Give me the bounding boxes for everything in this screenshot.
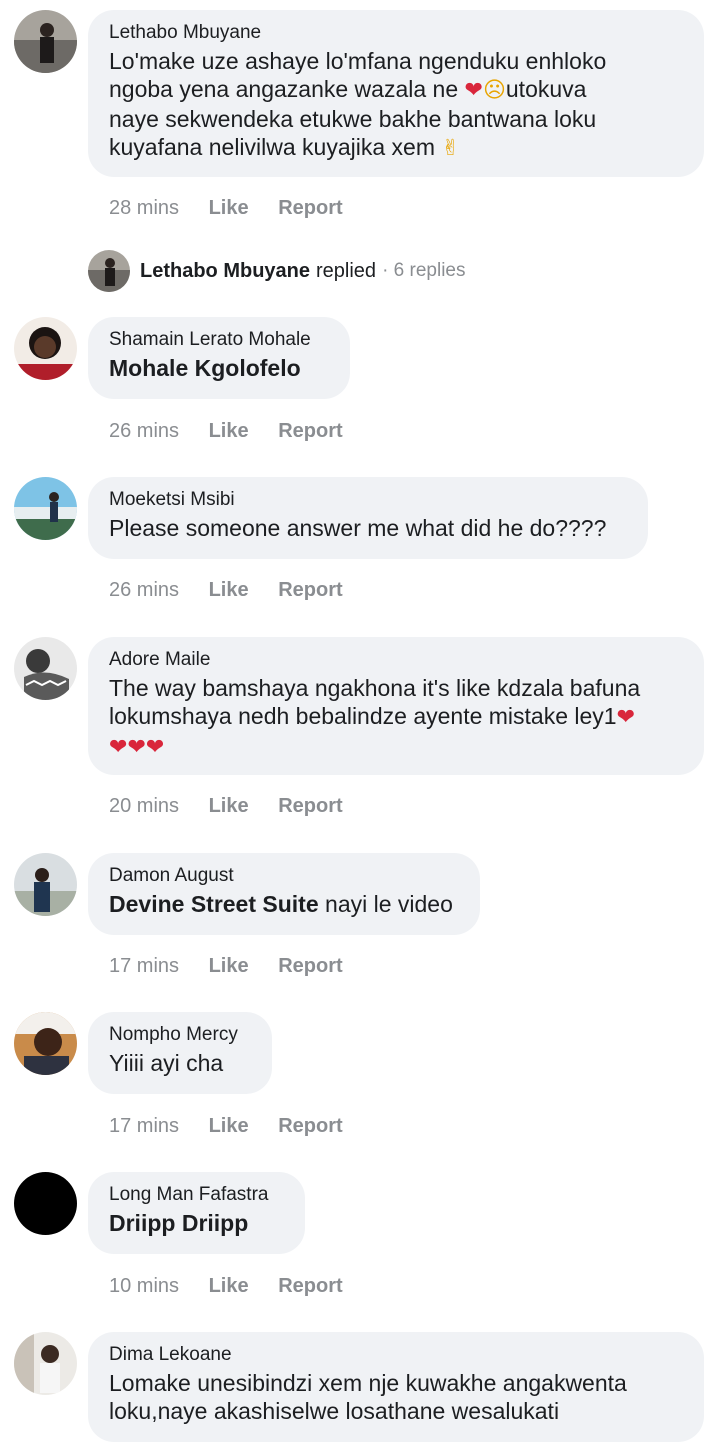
like-button[interactable]: Like xyxy=(209,1275,249,1297)
crossed-fingers-icon: ✌ xyxy=(441,136,460,161)
avatar[interactable] xyxy=(14,1172,77,1235)
comment-time: 20 mins xyxy=(109,795,180,817)
comment-author[interactable]: Shamain Lerato Mohale xyxy=(109,328,329,352)
like-button[interactable]: Like xyxy=(209,197,249,219)
like-button[interactable]: Like xyxy=(209,1115,249,1137)
comment-text: Lomake unesibindzi xem nje kuwakhe angak… xyxy=(109,1369,683,1425)
comment-meta: 17 mins Like Report xyxy=(109,955,367,978)
comment-time: 10 mins xyxy=(109,1275,180,1297)
comment-bubble: Nompho Mercy Yiiii ayi cha xyxy=(88,1012,272,1094)
comment-time: 17 mins xyxy=(109,1115,180,1137)
comment-author[interactable]: Nompho Mercy xyxy=(109,1023,251,1047)
report-button[interactable]: Report xyxy=(278,955,342,977)
report-button[interactable]: Report xyxy=(278,1115,342,1137)
report-button[interactable]: Report xyxy=(278,795,342,817)
like-button[interactable]: Like xyxy=(209,955,249,977)
like-button[interactable]: Like xyxy=(209,579,249,601)
avatar[interactable] xyxy=(14,477,77,540)
comment-text-rest: nayi le video xyxy=(318,891,453,917)
comment-text: The way bamshaya ngakhona it's like kdza… xyxy=(109,674,683,762)
mention-link[interactable]: Devine Street Suite xyxy=(109,891,319,917)
comment-author[interactable]: Moeketsi Msibi xyxy=(109,488,627,512)
report-button[interactable]: Report xyxy=(278,420,342,442)
comment-meta: 26 mins Like Report xyxy=(109,579,367,602)
broken-heart-icon: ❤ xyxy=(145,735,165,760)
comment-text: Lo'make uze ashaye lo'mfana ngenduku enh… xyxy=(109,47,683,163)
comment-author[interactable]: Damon August xyxy=(109,864,459,888)
comment-text: Mohale Kgolofelo xyxy=(109,354,329,382)
comment-meta: 10 mins Like Report xyxy=(109,1275,367,1298)
comment-bubble: Damon August Devine Street Suite nayi le… xyxy=(88,853,480,935)
comment-meta: 26 mins Like Report xyxy=(109,420,367,443)
avatar[interactable] xyxy=(14,1012,77,1075)
comment-text: Devine Street Suite nayi le video xyxy=(109,890,459,918)
comment-text-line: lokumshaya nedh bebalindze ayente mistak… xyxy=(109,703,617,729)
report-button[interactable]: Report xyxy=(278,197,342,219)
comment-meta: 17 mins Like Report xyxy=(109,1115,367,1138)
like-button[interactable]: Like xyxy=(209,795,249,817)
comment-text-line: kuyafana nelivilwa kuyajika xem xyxy=(109,134,442,160)
comment-text: Please someone answer me what did he do?… xyxy=(109,515,607,541)
reply-word: replied xyxy=(316,259,377,282)
broken-heart-icon: ❤ xyxy=(616,705,636,730)
comment-bubble: Long Man Fafastra Driipp Driipp xyxy=(88,1172,305,1254)
report-button[interactable]: Report xyxy=(278,579,342,601)
comment-author[interactable]: Lethabo Mbuyane xyxy=(109,21,683,45)
comment-text: Driipp Driipp xyxy=(109,1209,284,1237)
comment-time: 17 mins xyxy=(109,955,180,977)
broken-heart-icon: ❤ xyxy=(464,78,483,103)
reply-author[interactable]: Lethabo Mbuyane xyxy=(140,260,310,283)
broken-heart-icon: ❤ xyxy=(109,735,128,760)
comment-text-line: Lo'make uze ashaye lo'mfana ngenduku enh… xyxy=(109,48,607,74)
comment-time: 26 mins xyxy=(109,420,180,442)
comment-bubble: Adore Maile The way bamshaya ngakhona it… xyxy=(88,637,704,775)
replies-summary[interactable]: Lethabo Mbuyane replied · 6 replies xyxy=(88,250,465,292)
comment-bubble: Moeketsi Msibi Please someone answer me … xyxy=(88,477,648,559)
comment-text-line: utokuva xyxy=(505,76,587,102)
comment-bubble: Shamain Lerato Mohale Mohale Kgolofelo xyxy=(88,317,350,399)
comment-bubble: Dima Lekoane Lomake unesibindzi xem nje … xyxy=(88,1332,704,1442)
mention-link[interactable]: Driipp Driipp xyxy=(109,1210,248,1236)
comment-text-line: The way bamshaya ngakhona it's like kdza… xyxy=(109,675,641,701)
comment-author[interactable]: Dima Lekoane xyxy=(109,1343,683,1367)
comment-author[interactable]: Adore Maile xyxy=(109,648,683,672)
comment-meta: 20 mins Like Report xyxy=(109,795,367,818)
like-button[interactable]: Like xyxy=(209,420,249,442)
report-button[interactable]: Report xyxy=(278,1275,342,1297)
comment-author[interactable]: Long Man Fafastra xyxy=(109,1183,284,1207)
comment-text-line: naye sekwendeka etukwe bakhe bantwana lo… xyxy=(109,106,597,132)
comment-text-line: Lomake unesibindzi xem nje kuwakhe angak… xyxy=(109,1370,627,1396)
comment-meta: 28 mins Like Report xyxy=(109,197,367,220)
reply-count[interactable]: · 6 replies xyxy=(382,260,465,282)
avatar[interactable] xyxy=(14,637,77,700)
mention-link[interactable]: Mohale Kgolofelo xyxy=(109,355,301,381)
comment-text: Yiiii ayi cha xyxy=(109,1050,224,1076)
comment-time: 26 mins xyxy=(109,579,180,601)
comment-time: 28 mins xyxy=(109,197,180,219)
avatar[interactable] xyxy=(14,1332,77,1395)
avatar[interactable] xyxy=(14,317,77,380)
comment-bubble: Lethabo Mbuyane Lo'make uze ashaye lo'mf… xyxy=(88,10,704,177)
comment-text-line: loku,naye akashiselwe losathane wesaluka… xyxy=(109,1398,560,1424)
pleading-face-icon: ☹ xyxy=(482,78,506,103)
broken-heart-icon: ❤ xyxy=(127,735,146,760)
avatar xyxy=(88,250,130,292)
avatar[interactable] xyxy=(14,10,77,73)
comment-text-line: ngoba yena angazanke wazala ne xyxy=(109,76,465,102)
avatar[interactable] xyxy=(14,853,77,916)
